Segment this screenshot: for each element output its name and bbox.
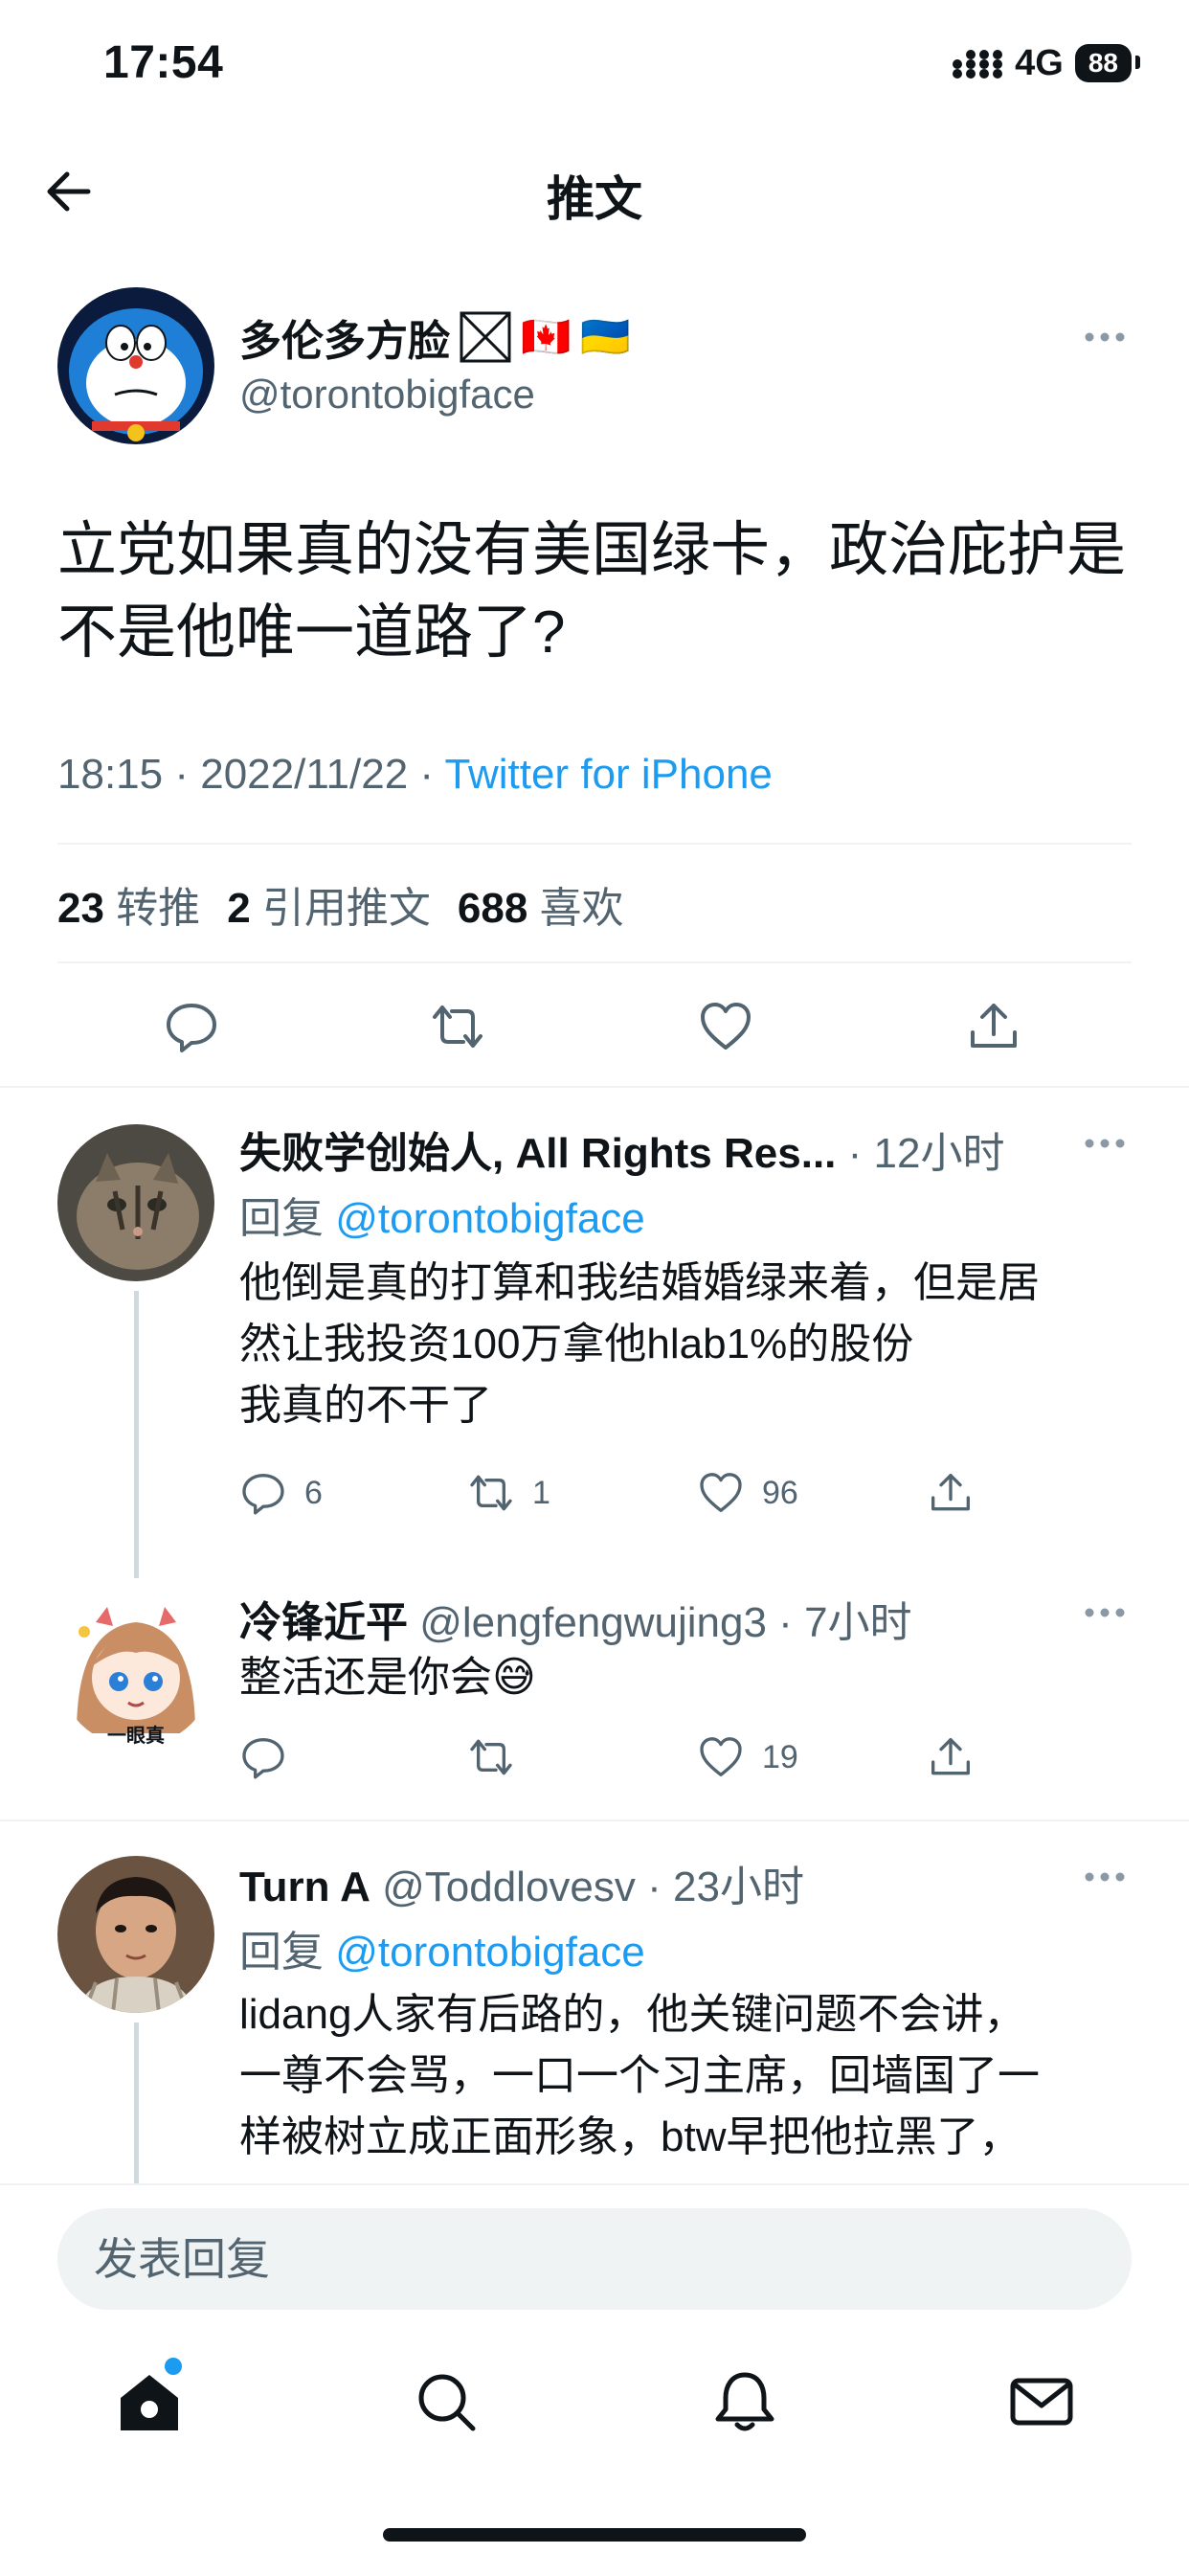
reply-retweet-action[interactable]: 1	[467, 1469, 550, 1517]
reply-time: 7小时	[804, 1599, 912, 1646]
reply-to-line: 回复 @torontobigface	[239, 1917, 645, 1978]
battery-indicator: 88	[1074, 44, 1141, 82]
reply-header: 失败学创始人, All Rights Res... · 12小时	[239, 1119, 1004, 1180]
more-icon[interactable]	[1082, 1865, 1128, 1888]
reply-time: 12小时	[873, 1130, 1005, 1177]
reply-like-action[interactable]: 19	[697, 1733, 798, 1781]
share-icon[interactable]	[927, 1733, 975, 1781]
retweet-count: 1	[532, 1474, 550, 1511]
retweet-icon	[470, 1475, 512, 1511]
reply-text-line: 我真的不干了	[239, 1382, 492, 1429]
reply-text: lidang人家有后路的，他关键问题不会讲， 一尊不会骂，一口一个习主席，回墙国…	[239, 1984, 1189, 2185]
reply-header: Turn A @Toddlovesv · 23小时	[239, 1852, 804, 1913]
tweet-meta: 18:15 · 2022/11/22 · Twitter for iPhone	[57, 751, 773, 798]
likes-label: 喜欢	[539, 885, 624, 932]
more-icon[interactable]	[1082, 1601, 1128, 1624]
reply-time-sep: ·	[647, 1864, 674, 1910]
reply-icon	[242, 1474, 284, 1515]
reply-avatar[interactable]	[57, 1124, 214, 1281]
tweet-text: 立党如果真的没有美国绿卡，政治庇护是不是他唯一道路了?	[57, 517, 1127, 666]
reply-icon[interactable]	[239, 1733, 287, 1781]
like-count: 19	[762, 1738, 798, 1775]
home-indicator	[383, 2528, 806, 2542]
signal-icon	[953, 50, 1003, 79]
reply-time-sep: ·	[847, 1130, 874, 1177]
share-icon[interactable]	[965, 998, 1022, 1055]
reply-author-handle[interactable]: @Toddlovesv	[382, 1864, 636, 1910]
like-icon[interactable]	[697, 998, 754, 1055]
home-notification-dot	[165, 2358, 182, 2375]
author-name-text: 多伦多方脸	[239, 318, 450, 365]
retweet-icon[interactable]	[429, 998, 486, 1055]
retweets-count: 23	[57, 885, 104, 932]
tweet-stats: 23 转推 2 引用推文 688 喜欢	[57, 873, 624, 935]
retweets-label: 转推	[116, 885, 201, 932]
reply-icon[interactable]	[163, 998, 220, 1055]
likes-count: 688	[457, 885, 528, 932]
reply-header: 冷锋近平 @lengfengwujing3 · 7小时	[239, 1588, 912, 1649]
likes-stat[interactable]: 688 喜欢	[458, 873, 624, 935]
reply-text: 他倒是真的打算和我结婚婚绿来着，但是居 然让我投资100万拿他hlab1%的股份…	[239, 1253, 1189, 1436]
home-icon[interactable]	[115, 2367, 184, 2436]
divider	[0, 1086, 1189, 1088]
reply-to-prefix: 回复	[239, 1929, 324, 1976]
status-indicators: 4G 88	[952, 42, 1141, 84]
quotes-stat[interactable]: 2 引用推文	[227, 873, 431, 935]
reply-text-line: 然让我投资100万拿他hlab1%的股份	[239, 1321, 914, 1367]
quotes-label: 引用推文	[261, 885, 431, 932]
divider	[57, 843, 1132, 845]
more-icon[interactable]	[1082, 326, 1128, 349]
reply-to-handle[interactable]: @torontobigface	[335, 1195, 645, 1242]
reply-reply-action[interactable]: 6	[239, 1469, 323, 1517]
author-name[interactable]: 多伦多方脸 🇨🇦 🇺🇦	[239, 306, 631, 368]
quotes-count: 2	[227, 885, 251, 932]
like-icon	[700, 1473, 742, 1512]
reply-text-line: 他倒是真的打算和我结婚婚绿来着，但是居	[239, 1259, 1040, 1306]
reply-time: 23小时	[673, 1864, 804, 1910]
tweet-source[interactable]: Twitter for iPhone	[445, 751, 773, 798]
search-icon[interactable]	[412, 2367, 481, 2436]
author-avatar[interactable]	[57, 287, 214, 444]
avatar-caption: 一眼真	[107, 1726, 165, 1747]
reply-like-action[interactable]: 96	[697, 1469, 798, 1517]
divider	[57, 961, 1132, 963]
reply-count: 6	[304, 1474, 323, 1511]
page-title: 推文	[547, 172, 642, 226]
flag-ukraine: 🇺🇦	[580, 313, 631, 359]
status-time: 17:54	[103, 37, 224, 88]
author-handle[interactable]: @torontobigface	[239, 372, 535, 418]
reply-text-line: lidang人家有后路的，他关键问题不会讲，	[239, 1991, 1026, 2038]
reply-author-name[interactable]: 冷锋近平	[239, 1599, 408, 1646]
flag-canada: 🇨🇦	[521, 313, 572, 359]
reply-compose-input[interactable]: 发表回复	[57, 2208, 1132, 2310]
tweet-date: 2022/11/22	[200, 751, 409, 798]
thread-line	[134, 1291, 139, 1578]
reply-to-handle[interactable]: @torontobigface	[335, 1929, 645, 1976]
messages-icon[interactable]	[1007, 2367, 1076, 2436]
back-arrow-icon[interactable]	[38, 161, 100, 222]
retweet-icon[interactable]	[467, 1733, 515, 1781]
network-type: 4G	[1015, 42, 1064, 83]
box-glyph-icon	[460, 311, 511, 363]
reply-to-prefix: 回复	[239, 1195, 324, 1242]
more-icon[interactable]	[1082, 1132, 1128, 1155]
reply-time-sep: ·	[778, 1599, 805, 1646]
tweet-time: 18:15	[57, 751, 164, 798]
reply-author-name[interactable]: Turn A	[239, 1864, 370, 1910]
reply-text-line: 一尊不会骂，一口一个习主席，回墙国了一	[239, 2052, 1040, 2099]
reply-text: 整活还是你会😅	[239, 1654, 536, 1701]
thread-line	[134, 2022, 139, 2195]
reply-author-name[interactable]: 失败学创始人, All Rights Res...	[239, 1130, 836, 1177]
reply-avatar[interactable]	[57, 1856, 214, 2013]
notifications-icon[interactable]	[710, 2367, 779, 2436]
reply-author-handle[interactable]: @lengfengwujing3	[419, 1599, 767, 1646]
reply-to-line: 回复 @torontobigface	[239, 1184, 645, 1245]
like-count: 96	[762, 1474, 798, 1511]
retweets-stat[interactable]: 23 转推	[57, 873, 200, 935]
reply-text-line: 样被树立成正面形象，btw早把他拉黑了，	[239, 2113, 1021, 2160]
divider	[0, 1819, 1189, 1821]
share-icon[interactable]	[927, 1469, 975, 1517]
like-icon	[700, 1737, 742, 1776]
